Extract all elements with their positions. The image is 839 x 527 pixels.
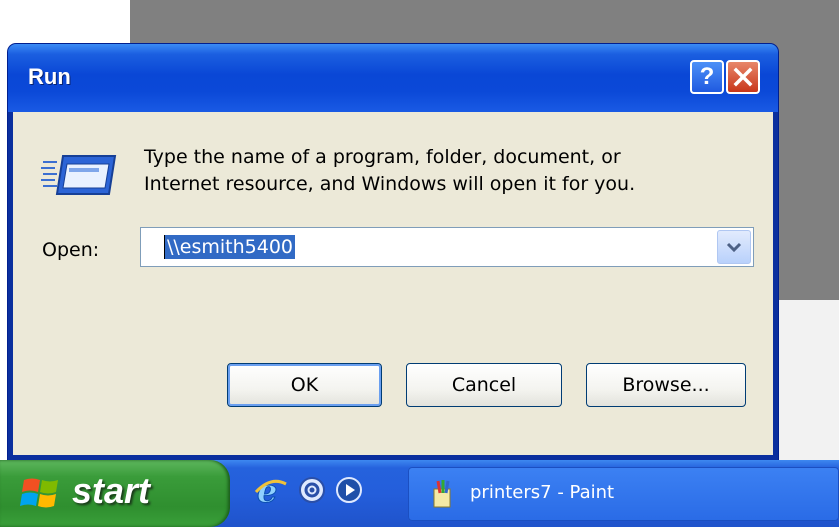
taskbar-item-paint[interactable]: printers7 - Paint	[408, 467, 839, 521]
dialog-description: Type the name of a program, folder, docu…	[144, 144, 744, 198]
open-combobox[interactable]: \\esmith5400	[140, 227, 754, 267]
description-line-1: Type the name of a program, folder, docu…	[144, 146, 621, 168]
close-icon	[733, 67, 753, 87]
dropdown-button[interactable]	[717, 230, 751, 264]
help-button[interactable]: ?	[690, 60, 724, 94]
internet-explorer-icon[interactable]: e	[254, 472, 288, 508]
open-input-value[interactable]: \\esmith5400	[165, 235, 296, 259]
start-label: start	[72, 470, 151, 511]
taskbar-item-label: printers7 - Paint	[470, 482, 615, 503]
start-button[interactable]: start	[0, 460, 230, 527]
ok-button[interactable]: OK	[227, 363, 382, 407]
run-icon	[41, 155, 117, 195]
description-line-2: Internet resource, and Windows will open…	[144, 173, 636, 195]
close-button[interactable]	[726, 60, 760, 94]
outlook-express-icon[interactable]	[296, 472, 328, 508]
title-bar[interactable]: Run ?	[8, 44, 778, 112]
background-window-edge	[770, 300, 839, 460]
browse-button[interactable]: Browse...	[586, 363, 746, 407]
windows-logo-icon	[20, 478, 58, 508]
media-player-icon[interactable]	[333, 472, 365, 508]
cancel-button[interactable]: Cancel	[406, 363, 562, 407]
chevron-down-icon	[726, 242, 742, 253]
open-label: Open:	[42, 239, 100, 261]
taskbar: start e printers7 - Paint	[0, 460, 839, 527]
dialog-body: Type the name of a program, folder, docu…	[13, 112, 773, 455]
dialog-title: Run	[28, 64, 71, 89]
run-dialog: Run ? Type the name of a program, folder…	[8, 44, 778, 460]
paint-icon	[433, 480, 451, 508]
